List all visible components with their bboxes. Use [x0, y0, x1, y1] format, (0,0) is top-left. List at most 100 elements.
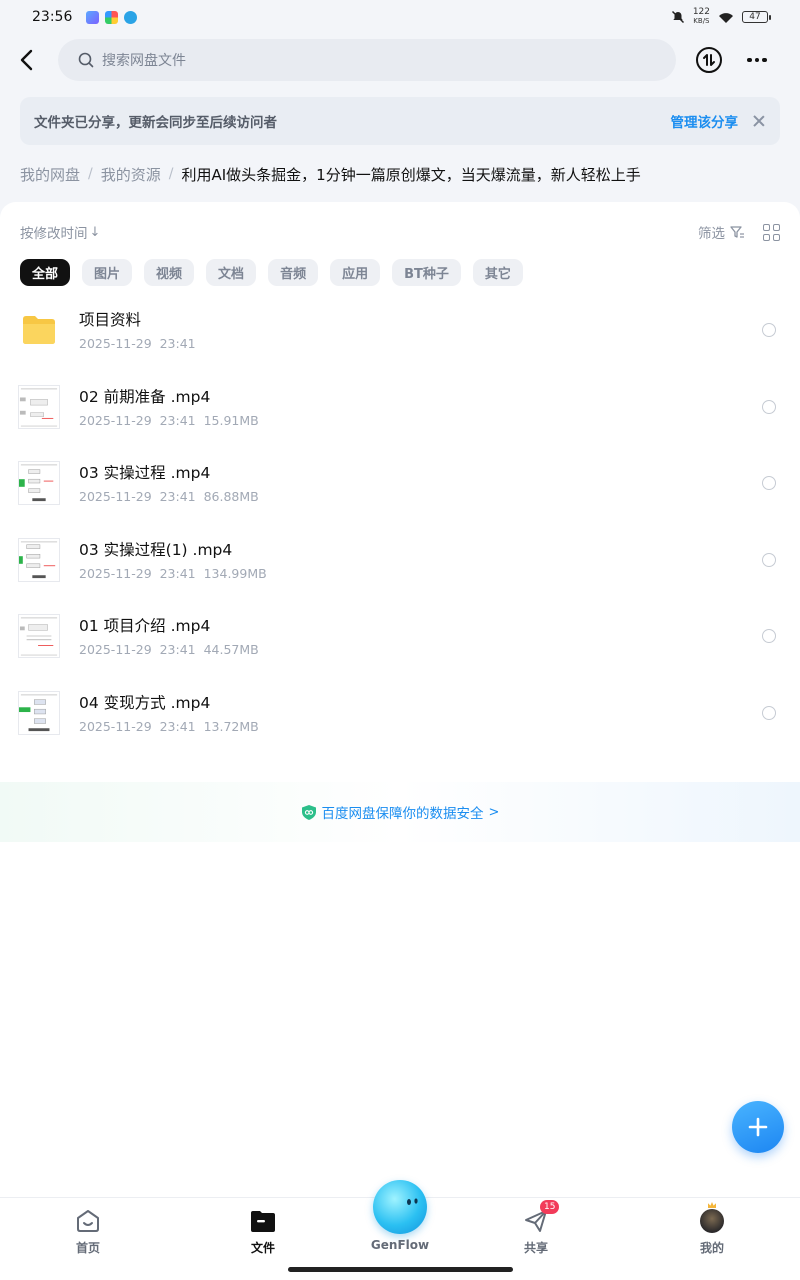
baidu-netdisk-app-icon — [86, 10, 100, 24]
search-icon — [78, 52, 94, 68]
list-item[interactable]: 项目资料 2025-11-29 23:41 — [0, 292, 800, 369]
select-checkbox[interactable] — [762, 552, 776, 567]
nav-label-mine: 我的 — [699, 1241, 724, 1255]
file-date: 2025-11-29 — [79, 412, 152, 428]
battery-level: 47 — [749, 12, 761, 22]
dot — [762, 57, 767, 63]
grid-cell — [773, 223, 780, 231]
sort-by-modified-button[interactable]: 按修改时间 — [20, 222, 88, 242]
select-checkbox[interactable] — [762, 323, 776, 338]
chip-bt-torrents[interactable]: BT种子 — [392, 259, 461, 286]
close-icon[interactable] — [752, 114, 766, 128]
nav-item-home[interactable]: 首页 — [48, 1208, 128, 1256]
nav-item-mine[interactable]: 我的 — [672, 1208, 752, 1256]
filter-button[interactable]: 筛选 — [698, 222, 725, 242]
dot — [747, 57, 752, 63]
folder-filled-icon — [250, 1208, 276, 1234]
filter-icon[interactable] — [729, 224, 745, 240]
wifi-icon — [719, 12, 733, 23]
data-safety-link[interactable]: 百度网盘保障你的数据安全 > — [0, 782, 800, 842]
select-checkbox[interactable] — [762, 629, 776, 644]
mute-icon — [671, 10, 684, 24]
file-date: 2025-11-29 — [79, 489, 152, 504]
file-meta: 2025-11-29 23:41 86.88MB — [79, 489, 259, 504]
file-info: 项目资料 2025-11-29 23:41 — [79, 310, 196, 351]
file-size: 15.91MB — [203, 412, 259, 428]
breadcrumb: 我的网盘 / 我的资源 / 利用AI做头条掘金，1分钟一篇原创爆文，当天爆流量，… — [20, 162, 641, 186]
list-item[interactable]: 01 项目介绍 .mp4 2025-11-29 23:41 44.57MB — [0, 598, 800, 675]
nav-item-files[interactable]: 文件 — [223, 1208, 303, 1256]
status-right: 122 KB/S 47 — [671, 7, 771, 26]
dot — [754, 57, 760, 63]
file-meta: 2025-11-29 23:41 44.57MB — [79, 642, 259, 657]
manage-share-link[interactable]: 管理该分享 — [671, 111, 739, 131]
grid-view-icon[interactable] — [763, 223, 780, 241]
chip-documents[interactable]: 文档 — [206, 259, 257, 286]
file-name: 03 实操过程 .mp4 — [79, 464, 211, 482]
back-button[interactable] — [14, 46, 38, 74]
paper-plane-icon: 15 — [523, 1200, 560, 1234]
grid-cell — [773, 233, 780, 241]
data-safety-text: 百度网盘保障你的数据安全 — [321, 806, 484, 822]
sort-filter-row: 按修改时间 ↓ 筛选 — [20, 222, 780, 242]
breadcrumb-item-my-netdisk[interactable]: 我的网盘 — [20, 164, 80, 185]
nav-item-share[interactable]: 15 共享 — [496, 1200, 576, 1256]
file-name: 01 项目介绍 .mp4 — [79, 617, 211, 635]
list-item[interactable]: 02 前期准备 .mp4 2025-11-29 23:41 15.91MB — [0, 369, 800, 446]
share-notice-banner: 文件夹已分享，更新会同步至后续访问者 管理该分享 — [20, 97, 780, 145]
file-name: 04 变现方式 .mp4 — [79, 693, 211, 712]
genflow-orb-icon[interactable] — [373, 1180, 427, 1234]
chip-audio[interactable]: 音频 — [268, 259, 319, 286]
file-meta: 2025-11-29 23:41 — [79, 336, 196, 351]
nav-label-genflow[interactable]: GenFlow — [360, 1238, 440, 1252]
net-speed-value: 122 — [692, 7, 710, 17]
add-button[interactable] — [732, 1101, 784, 1153]
nav-label-share: 共享 — [523, 1241, 548, 1255]
select-checkbox[interactable] — [762, 399, 776, 414]
breadcrumb-separator: / — [88, 166, 93, 182]
chip-all[interactable]: 全部 — [20, 259, 71, 286]
chip-others[interactable]: 其它 — [472, 259, 523, 286]
more-options-button[interactable] — [744, 50, 770, 70]
file-info: 02 前期准备 .mp4 2025-11-29 23:41 15.91MB — [79, 387, 259, 428]
search-input[interactable]: 搜索网盘文件 — [58, 39, 676, 81]
file-date: 2025-11-29 — [79, 718, 152, 734]
select-checkbox[interactable] — [762, 705, 776, 720]
list-item[interactable]: 03 实操过程 .mp4 2025-11-29 23:41 86.88MB — [0, 445, 800, 522]
status-time: 23:56 — [32, 9, 73, 25]
home-icon — [75, 1208, 101, 1234]
video-thumbnail — [18, 461, 60, 506]
file-info: 03 实操过程 .mp4 2025-11-29 23:41 86.88MB — [79, 463, 259, 504]
file-name: 项目资料 — [79, 311, 142, 329]
file-type-chips: 全部 图片 视频 文档 音频 应用 BT种子 其它 — [20, 259, 523, 286]
avatar-image — [700, 1209, 724, 1233]
file-list-panel: 按修改时间 ↓ 筛选 全部 图片 视频 文档 音频 应用 BT种子 其它 项目资… — [0, 202, 800, 1197]
select-checkbox[interactable] — [762, 476, 776, 491]
telegram-app-icon — [124, 10, 138, 24]
home-indicator[interactable] — [288, 1267, 513, 1272]
list-item[interactable]: 04 变现方式 .mp4 2025-11-29 23:41 13.72MB — [0, 675, 800, 752]
video-thumbnail — [18, 537, 60, 582]
file-name: 03 实操过程(1) .mp4 — [79, 540, 233, 559]
file-time: 23:41 — [159, 642, 196, 657]
chip-apps[interactable]: 应用 — [330, 259, 381, 286]
file-name: 02 前期准备 .mp4 — [79, 387, 211, 406]
shield-icon — [301, 804, 316, 820]
chip-videos[interactable]: 视频 — [144, 259, 195, 286]
sort-arrow-icon: ↓ — [89, 224, 101, 240]
chip-images[interactable]: 图片 — [82, 259, 133, 286]
breadcrumb-item-my-resources[interactable]: 我的资源 — [101, 164, 161, 185]
video-thumbnail — [18, 690, 60, 735]
share-notice-text: 文件夹已分享，更新会同步至后续访问者 — [34, 115, 277, 131]
file-time: 23:41 — [159, 718, 196, 734]
file-info: 03 实操过程(1) .mp4 2025-11-29 23:41 134.99M… — [79, 540, 267, 581]
transfer-list-button[interactable] — [696, 47, 722, 73]
file-meta: 2025-11-29 23:41 15.91MB — [79, 413, 259, 428]
list-item[interactable]: 03 实操过程(1) .mp4 2025-11-29 23:41 134.99M… — [0, 522, 800, 599]
video-thumbnail — [18, 614, 60, 659]
file-list: 项目资料 2025-11-29 23:41 02 前期准备 .mp4 2025-… — [0, 292, 800, 751]
file-date: 2025-11-29 — [79, 565, 152, 581]
grid-cell — [763, 233, 770, 241]
file-date: 2025-11-29 — [79, 642, 152, 657]
avatar — [699, 1208, 725, 1234]
